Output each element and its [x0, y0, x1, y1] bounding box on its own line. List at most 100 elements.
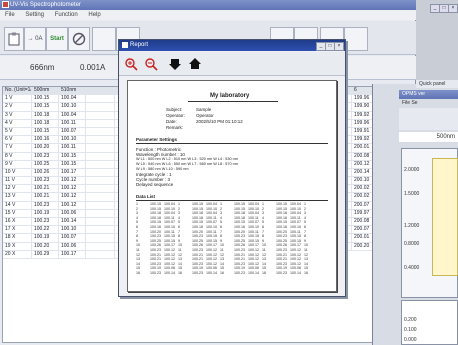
clipboard-button[interactable] — [4, 27, 24, 51]
second-window-menu[interactable]: File Se — [399, 100, 458, 107]
table-cell: 19 X — [3, 242, 32, 250]
main-title-text: UV-Vis Spectrophotometer — [10, 2, 81, 8]
table-cell: 100.15 — [32, 103, 59, 111]
table-cell — [86, 234, 115, 242]
report-grid-cell: 100.14 — [164, 270, 175, 275]
report-grid-cell: 100.14 — [206, 270, 217, 275]
table-cell: 2 V — [3, 103, 32, 111]
table-cell — [86, 201, 115, 209]
date-label: Date: — [166, 119, 177, 124]
zero-label: → 0A — [27, 36, 43, 42]
table-cell: 100.12 — [59, 177, 86, 185]
second-window-wavelength: 500nm — [399, 132, 458, 142]
table-cell: 100.23 — [32, 177, 59, 185]
menu-file[interactable]: File — [5, 12, 15, 18]
zoom-out-button[interactable] — [143, 56, 159, 72]
lower-tick: 0.100 — [404, 327, 417, 333]
lower-tick: 0.000 — [404, 337, 417, 343]
table-cell: 100.11 — [59, 119, 86, 127]
arrow-up-icon — [189, 58, 201, 69]
table-cell — [86, 136, 115, 144]
table-cell — [86, 152, 115, 160]
table-cell: 100.11 — [59, 144, 86, 152]
table-cell: 13 V — [3, 193, 32, 201]
y-tick: 0.8000 — [404, 241, 420, 247]
stop-icon — [72, 32, 86, 46]
report-grid-cell: 16 — [136, 270, 140, 275]
zoom-out-icon — [145, 58, 158, 71]
toolbar-button-5[interactable] — [92, 27, 116, 51]
table-cell: 100.21 — [32, 193, 59, 201]
data-divider — [136, 200, 328, 201]
report-lab-title: My laboratory — [210, 93, 250, 99]
report-title-bar: Report — [119, 40, 345, 51]
second-window-title: OPMS ver — [399, 90, 458, 99]
zoom-in-button[interactable] — [123, 56, 139, 72]
start-button[interactable]: Start — [46, 27, 68, 51]
y-tick: 2.0000 — [404, 167, 420, 173]
next-page-button[interactable] — [167, 56, 183, 72]
lower-graph[interactable]: 0.200 0.100 0.000 — [401, 300, 458, 345]
subject-label: Subject: — [166, 107, 183, 112]
table-cell: 18 X — [3, 234, 32, 242]
table-cell: 100.23 — [32, 218, 59, 226]
table-cell: 100.23 — [32, 152, 59, 160]
table-cell: 1 V — [3, 95, 32, 103]
zoom-in-icon — [125, 58, 138, 71]
zero-button[interactable]: → 0A — [24, 27, 46, 51]
table-cell: 100.10 — [59, 136, 86, 144]
table-cell: 100.25 — [32, 160, 59, 168]
table-cell: 100.07 — [59, 127, 86, 136]
table-cell: 100.19 — [32, 234, 59, 242]
table-cell: 100.17 — [59, 250, 86, 258]
table-cell: 100.21 — [32, 185, 59, 193]
date-value: 2002/5/10 PM 01:10:12 — [196, 119, 243, 124]
report-grid-row: 16 100.23 100.14 16 100.23 100.14 16 100.23 100.… — [136, 271, 318, 276]
table-cell: 100.18 — [32, 111, 59, 119]
table-cell: 100.19 — [32, 209, 59, 217]
table-cell: 20 X — [3, 250, 32, 258]
report-grid-cell: 16 — [304, 270, 308, 275]
table-cell: 100.04 — [59, 95, 86, 103]
table-cell: 7 V — [3, 144, 32, 152]
previous-page-button[interactable] — [187, 56, 203, 72]
menu-help[interactable]: Help — [88, 12, 100, 18]
y-tick: 0.4000 — [404, 265, 420, 271]
menu-function[interactable]: Function — [55, 12, 78, 18]
table-cell — [86, 193, 115, 201]
table-cell: 100.04 — [59, 111, 86, 119]
report-window-icon — [122, 42, 128, 48]
report-grid-cell: 16 — [262, 270, 266, 275]
table-cell — [86, 144, 115, 152]
title-underline — [188, 101, 278, 102]
table-cell: 100.23 — [32, 201, 59, 209]
lower-tick: 0.200 — [404, 317, 417, 323]
table-cell — [86, 209, 115, 217]
report-close-button[interactable]: × — [334, 42, 344, 51]
table-cell — [86, 87, 115, 95]
report-title-text: Report — [130, 42, 149, 48]
table-cell — [86, 160, 115, 168]
menu-setting[interactable]: Setting — [25, 12, 44, 18]
menu-bar: File Setting Function Help — [0, 10, 416, 20]
table-cell — [86, 250, 115, 258]
outer-window-controls: _ □ × — [430, 2, 458, 18]
outer-close-button[interactable]: × — [448, 4, 458, 13]
table-cell: 100.29 — [32, 250, 59, 258]
table-cell: 15 V — [3, 209, 32, 217]
report-toolbar — [119, 52, 345, 76]
table-cell: 100.15 — [32, 127, 59, 136]
toolbar-button-10[interactable] — [344, 27, 368, 51]
table-cell: 11 V — [3, 177, 32, 185]
table-cell — [86, 242, 115, 250]
y-tick: 1.5000 — [404, 191, 420, 197]
table-cell: 100.26 — [32, 168, 59, 177]
table-cell: 10 V — [3, 168, 32, 177]
operator-value: Operator — [196, 113, 214, 118]
table-cell: 16 X — [3, 218, 32, 226]
table-cell: 4 V — [3, 119, 32, 127]
table-cell: 3 V — [3, 111, 32, 119]
param-line: W L9 : 580 nm W L10 : 590 nm — [136, 167, 189, 171]
quick-panel-tab[interactable]: Quick panel — [416, 80, 458, 88]
stop-button[interactable] — [68, 27, 90, 51]
